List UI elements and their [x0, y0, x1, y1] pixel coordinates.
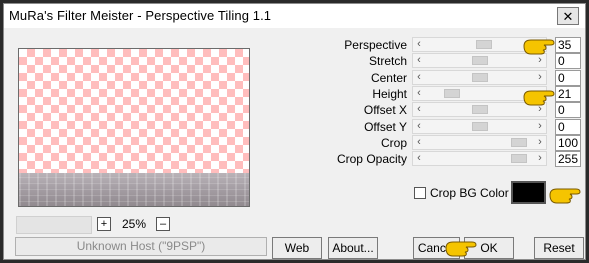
chevron-right-icon[interactable]: › [534, 71, 546, 84]
value-field-stretch[interactable]: 0 [555, 53, 581, 69]
param-label-crop: Crop [380, 136, 407, 150]
close-icon: ✕ [562, 8, 574, 24]
crop-bg-color-label: Crop BG Color [430, 186, 509, 200]
value-field-height[interactable]: 21 [555, 86, 581, 102]
window-title: MuRa's Filter Meister - Perspective Tili… [9, 8, 272, 23]
value-field-crop-opacity[interactable]: 255 [555, 151, 581, 167]
chevron-right-icon[interactable]: › [534, 120, 546, 133]
preview-image[interactable] [18, 48, 250, 207]
param-label-center: Center [370, 71, 407, 85]
filter-dialog: MuRa's Filter Meister - Perspective Tili… [3, 3, 586, 260]
slider-thumb[interactable] [511, 138, 527, 147]
about-button[interactable]: About... [328, 237, 378, 259]
slider-center[interactable]: ‹ › [412, 70, 547, 85]
chevron-left-icon[interactable]: ‹ [413, 71, 425, 84]
zoom-level: 25% [122, 217, 147, 231]
zoom-scrollbar[interactable] [16, 216, 92, 234]
chevron-left-icon[interactable]: ‹ [413, 87, 425, 100]
slider-thumb[interactable] [472, 105, 488, 114]
param-label-offset-x: Offset X [363, 103, 407, 117]
value-field-offset-y[interactable]: 0 [555, 119, 581, 135]
slider-thumb[interactable] [476, 40, 492, 49]
zoom-in-button[interactable]: + [97, 217, 111, 231]
slider-thumb[interactable] [472, 56, 488, 65]
slider-thumb[interactable] [472, 122, 488, 131]
chevron-right-icon[interactable]: › [534, 136, 546, 149]
slider-crop[interactable]: ‹ › [412, 135, 547, 150]
pointing-hand-icon [523, 90, 555, 106]
close-button[interactable]: ✕ [557, 7, 579, 25]
slider-crop-opacity[interactable]: ‹ › [412, 151, 547, 166]
web-button[interactable]: Web [272, 237, 322, 259]
title-bar: MuRa's Filter Meister - Perspective Tili… [4, 4, 585, 28]
reset-button[interactable]: Reset [534, 237, 584, 259]
slider-offset-y[interactable]: ‹ › [412, 119, 547, 134]
param-label-offset-y: Offset Y [364, 120, 407, 134]
pointing-hand-icon [549, 188, 581, 204]
host-status-bar: Unknown Host ("9PSP") [15, 237, 267, 256]
slider-thumb[interactable] [511, 154, 527, 163]
zoom-out-button[interactable]: – [156, 217, 170, 231]
param-label-crop-opacity: Crop Opacity [336, 152, 407, 166]
slider-thumb[interactable] [444, 89, 460, 98]
preview-checker-pattern [19, 49, 249, 173]
slider-thumb[interactable] [472, 73, 488, 82]
value-field-center[interactable]: 0 [555, 70, 581, 86]
crop-bg-color-swatch[interactable] [511, 181, 546, 204]
chevron-left-icon[interactable]: ‹ [413, 120, 425, 133]
chevron-left-icon[interactable]: ‹ [413, 54, 425, 67]
chevron-left-icon[interactable]: ‹ [413, 103, 425, 116]
chevron-left-icon[interactable]: ‹ [413, 38, 425, 51]
param-label-perspective: Perspective [344, 38, 407, 52]
pointing-hand-icon [445, 241, 477, 257]
chevron-left-icon[interactable]: ‹ [413, 152, 425, 165]
chevron-right-icon[interactable]: › [534, 152, 546, 165]
pointing-hand-icon [523, 39, 555, 55]
param-label-stretch: Stretch [368, 54, 407, 68]
crop-bg-color-checkbox[interactable] [414, 187, 426, 199]
chevron-left-icon[interactable]: ‹ [413, 136, 425, 149]
minus-icon: – [159, 217, 167, 230]
param-label-height: Height [372, 87, 407, 101]
value-field-crop[interactable]: 100 [555, 135, 581, 151]
preview-perspective-floor [19, 173, 249, 206]
value-field-offset-x[interactable]: 0 [555, 102, 581, 118]
plus-icon: + [100, 217, 108, 230]
value-field-perspective[interactable]: 35 [555, 37, 581, 53]
